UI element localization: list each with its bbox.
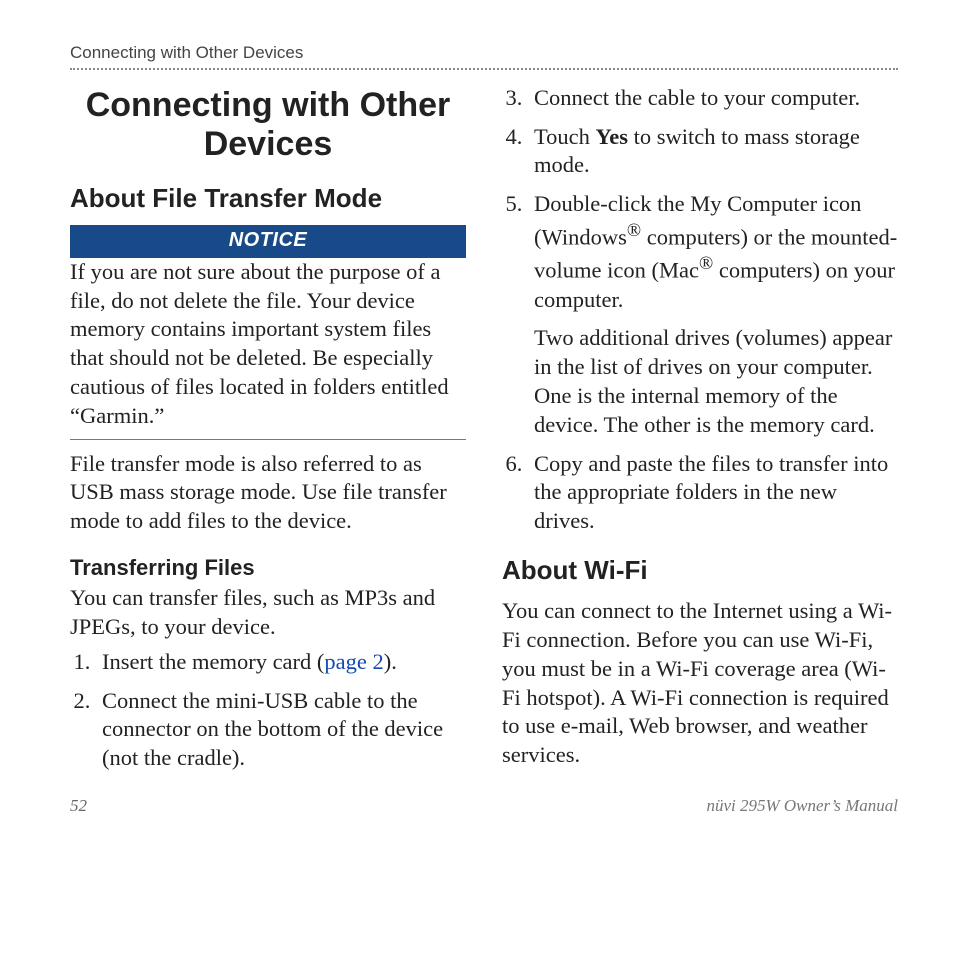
registered-mark-icon: ® xyxy=(699,253,713,274)
step-4-bold-yes: Yes xyxy=(596,124,629,149)
step-4-pre: Touch xyxy=(534,124,596,149)
step-6: Copy and paste the files to transfer int… xyxy=(528,450,898,536)
left-column: Connecting with Other Devices About File… xyxy=(70,84,466,783)
steps-list-left: Insert the memory card (page 2). Connect… xyxy=(70,648,466,773)
header-divider xyxy=(70,68,898,70)
right-column: Connect the cable to your computer. Touc… xyxy=(502,84,898,783)
running-header: Connecting with Other Devices xyxy=(70,42,898,64)
step-1: Insert the memory card (page 2). xyxy=(96,648,466,677)
registered-mark-icon: ® xyxy=(627,220,641,241)
step-5-subnote: Two additional drives (volumes) appear i… xyxy=(534,324,898,439)
subsection-title-transferring-files: Transferring Files xyxy=(70,554,466,582)
step-5: Double-click the My Computer icon (Windo… xyxy=(528,190,898,439)
section-title-file-transfer-mode: About File Transfer Mode xyxy=(70,182,466,215)
steps-list-right: Connect the cable to your computer. Touc… xyxy=(502,84,898,536)
notice-text: If you are not sure about the purpose of… xyxy=(70,258,466,440)
page-2-link[interactable]: page 2 xyxy=(324,649,383,674)
step-4: Touch Yes to switch to mass storage mode… xyxy=(528,123,898,181)
page-number: 52 xyxy=(70,795,87,817)
manual-name: nüvi 295W Owner’s Manual xyxy=(706,795,898,817)
step-1-text-pre: Insert the memory card ( xyxy=(102,649,324,674)
notice-banner: NOTICE xyxy=(70,225,466,258)
step-1-text-post: ). xyxy=(384,649,397,674)
file-transfer-mode-description: File transfer mode is also referred to a… xyxy=(70,450,466,536)
step-3: Connect the cable to your computer. xyxy=(528,84,898,113)
transferring-intro: You can transfer files, such as MP3s and… xyxy=(70,584,466,642)
two-column-layout: Connecting with Other Devices About File… xyxy=(70,84,898,783)
wifi-description: You can connect to the Internet using a … xyxy=(502,597,898,770)
section-title-about-wifi: About Wi-Fi xyxy=(502,554,898,587)
step-2: Connect the mini-USB cable to the connec… xyxy=(96,687,466,773)
page-footer: 52 nüvi 295W Owner’s Manual xyxy=(70,795,898,817)
chapter-title: Connecting with Other Devices xyxy=(70,86,466,164)
